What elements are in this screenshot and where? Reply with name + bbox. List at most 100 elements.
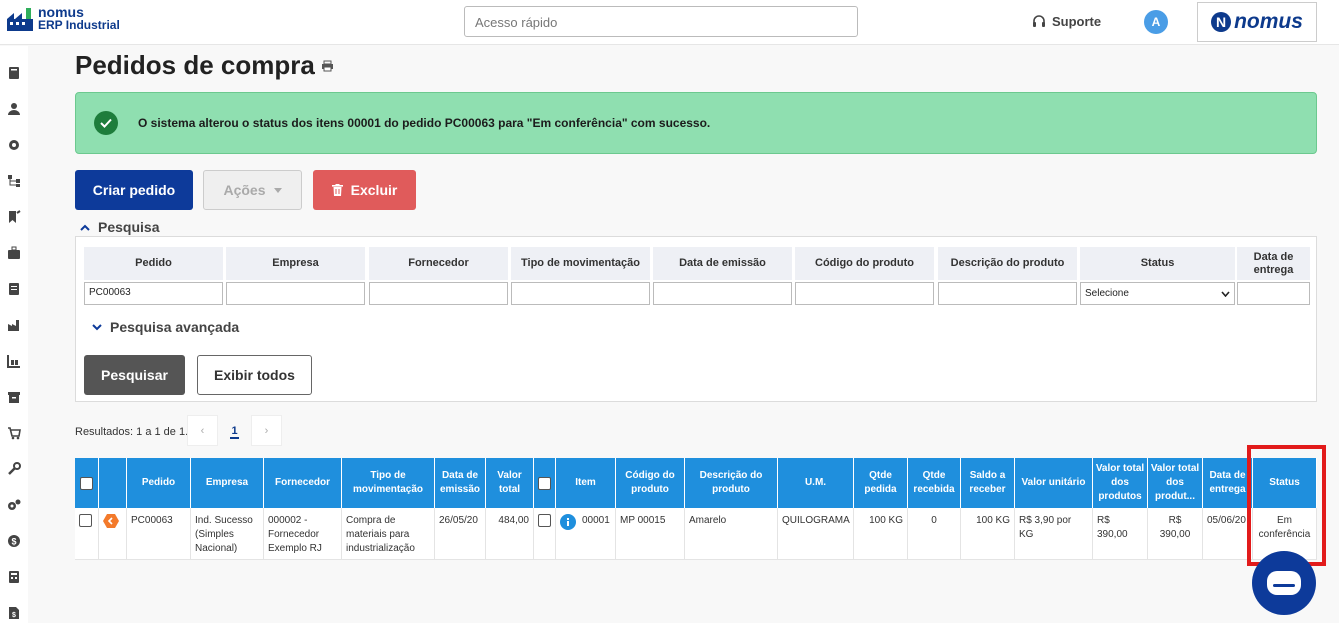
cell-valor-unitario: R$ 3,90 por KG — [1015, 508, 1093, 560]
item-select-cell — [534, 508, 556, 560]
archive-icon[interactable] — [7, 390, 21, 404]
filter-empresa-input[interactable] — [226, 282, 365, 305]
calculator-icon[interactable] — [7, 570, 21, 584]
cell-empresa: Ind. Sucesso (Simples Nacional) — [191, 508, 264, 560]
icon-column-header — [99, 458, 127, 508]
pagination-prev[interactable]: ‹ — [187, 415, 218, 446]
filter-codigo-input[interactable] — [795, 282, 934, 305]
filter-header-descricao: Descrição do produto — [938, 247, 1077, 280]
sidebar: $ $ — [0, 46, 28, 623]
advanced-search-label: Pesquisa avançada — [110, 319, 240, 335]
cell-um: QUILOGRAMA — [778, 508, 854, 560]
col-header-valor-total[interactable]: Valor total — [486, 458, 534, 508]
print-icon[interactable] — [321, 60, 334, 72]
success-alert: O sistema alterou o status dos itens 000… — [75, 92, 1317, 154]
advanced-search-toggle[interactable]: Pesquisa avançada — [92, 319, 239, 335]
user-avatar[interactable]: A — [1144, 10, 1168, 34]
user-icon[interactable] — [7, 102, 21, 116]
cell-pedido[interactable]: PC00063 — [127, 508, 191, 560]
briefcase-icon[interactable] — [7, 246, 21, 260]
search-button[interactable]: Pesquisar — [84, 355, 185, 395]
filter-data-emissao-input[interactable] — [653, 282, 792, 305]
filter-status-value: Selecione — [1085, 288, 1129, 299]
col-header-qtde-pedida[interactable]: Qtde pedida — [854, 458, 908, 508]
cell-item: 00001 — [556, 508, 616, 560]
app-logo[interactable]: nomus ERP Industrial — [6, 5, 120, 32]
cell-valor-total: 484,00 — [486, 508, 534, 560]
filter-tipo-input[interactable] — [511, 282, 650, 305]
col-header-codigo[interactable]: Código do produto — [616, 458, 685, 508]
pagination-next[interactable]: › — [251, 415, 282, 446]
col-header-fornecedor[interactable]: Fornecedor — [264, 458, 342, 508]
support-link[interactable]: Suporte — [1032, 14, 1101, 29]
cell-fornecedor: 000002 - Fornecedor Exemplo RJ — [264, 508, 342, 560]
search-section-toggle[interactable]: Pesquisa — [80, 219, 159, 235]
delete-button[interactable]: Excluir — [313, 170, 416, 210]
cart-icon[interactable] — [7, 426, 21, 440]
cell-item-number: 00001 — [582, 515, 610, 526]
top-bar: nomus ERP Industrial Acesso rápido Supor… — [0, 0, 1339, 45]
delete-label: Excluir — [350, 182, 398, 198]
brand-word: nomus — [1234, 10, 1303, 33]
filter-fornecedor-input[interactable] — [369, 282, 508, 305]
brand-logo: N nomus — [1197, 2, 1317, 42]
cell-qtde-recebida: 0 — [908, 508, 961, 560]
col-header-pedido[interactable]: Pedido — [127, 458, 191, 508]
chat-bubble-icon — [1267, 571, 1301, 595]
order-tag-icon[interactable] — [103, 514, 119, 528]
quick-access-input[interactable]: Acesso rápido — [464, 6, 858, 37]
col-header-item[interactable]: Item — [556, 458, 616, 508]
select-all-checkbox[interactable] — [80, 476, 93, 490]
filter-pedido-input[interactable]: PC00063 — [84, 282, 223, 305]
svg-text:$: $ — [11, 537, 16, 547]
cogs-icon[interactable] — [7, 498, 21, 512]
results-count: Resultados: 1 a 1 de 1. — [75, 426, 189, 438]
trash-icon — [331, 184, 343, 196]
chevron-down-icon — [92, 323, 102, 330]
factory-icon[interactable] — [7, 318, 21, 332]
cell-tipo: Compra de materiais para industrializaçã… — [342, 508, 435, 560]
wrench-icon[interactable] — [7, 462, 21, 476]
warehouse-icon[interactable] — [7, 354, 21, 368]
col-header-data-emissao[interactable]: Data de emissão — [435, 458, 486, 508]
search-panel: Pedido Empresa Fornecedor Tipo de movime… — [75, 236, 1317, 402]
factory-logo-icon — [7, 8, 33, 31]
show-all-button[interactable]: Exibir todos — [197, 355, 312, 395]
col-header-descricao[interactable]: Descrição do produto — [685, 458, 778, 508]
cell-qtde-pedida: 100 KG — [854, 508, 908, 560]
hierarchy-icon[interactable] — [7, 174, 21, 188]
pagination-page-1[interactable]: 1 — [219, 415, 250, 446]
chat-button[interactable] — [1252, 551, 1316, 615]
row-checkbox[interactable] — [79, 514, 92, 527]
cell-valor-total-produtos: R$ 390,00 — [1093, 508, 1148, 560]
invoice-icon[interactable]: $ — [7, 606, 21, 620]
select-all-items-header — [534, 458, 556, 508]
filter-status-select[interactable]: Selecione — [1080, 282, 1235, 305]
chevron-down-icon — [1221, 290, 1230, 297]
actions-dropdown[interactable]: Ações — [203, 170, 302, 210]
gear-icon[interactable] — [7, 138, 21, 152]
page-title-text: Pedidos de compra — [75, 50, 315, 80]
col-header-valor-total-produtos-2[interactable]: Valor total dos produt... — [1148, 458, 1203, 508]
book-icon[interactable] — [7, 66, 21, 80]
filter-data-entrega-input[interactable] — [1237, 282, 1310, 305]
filter-descricao-input[interactable] — [938, 282, 1077, 305]
filter-header-fornecedor: Fornecedor — [369, 247, 508, 280]
col-header-um[interactable]: U.M. — [778, 458, 854, 508]
cell-saldo: 100 KG — [961, 508, 1015, 560]
col-header-qtde-recebida[interactable]: Qtde recebida — [908, 458, 961, 508]
col-header-valor-unitario[interactable]: Valor unitário — [1015, 458, 1093, 508]
col-header-saldo[interactable]: Saldo a receber — [961, 458, 1015, 508]
info-icon[interactable] — [560, 514, 576, 530]
col-header-empresa[interactable]: Empresa — [191, 458, 264, 508]
col-header-tipo[interactable]: Tipo de movimentação — [342, 458, 435, 508]
col-header-valor-total-produtos[interactable]: Valor total dos produtos — [1093, 458, 1148, 508]
col-header-data-entrega[interactable]: Data de entrega — [1203, 458, 1253, 508]
create-order-button[interactable]: Criar pedido — [75, 170, 193, 210]
bookmark-check-icon[interactable] — [7, 210, 21, 224]
select-all-items-checkbox[interactable] — [538, 476, 551, 490]
dollar-icon[interactable]: $ — [7, 534, 21, 548]
item-checkbox[interactable] — [538, 514, 551, 527]
cell-data-emissao: 26/05/20 — [435, 508, 486, 560]
document-icon[interactable] — [7, 282, 21, 296]
